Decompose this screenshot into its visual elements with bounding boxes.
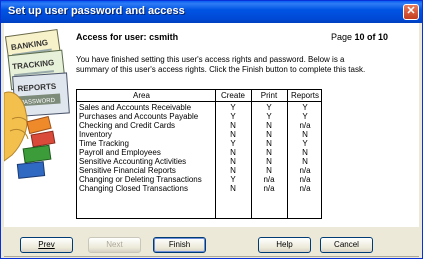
table-cell-reports: N bbox=[302, 148, 308, 157]
column-divider bbox=[251, 90, 252, 218]
table-cell-create: N bbox=[230, 148, 236, 157]
column-header-area: Area bbox=[133, 91, 150, 100]
table-cell-reports: N bbox=[302, 130, 308, 139]
table-cell-create: N bbox=[230, 121, 236, 130]
table-cell-create: Y bbox=[230, 112, 236, 121]
help-button[interactable]: Help bbox=[258, 237, 311, 253]
cancel-button[interactable]: Cancel bbox=[320, 237, 373, 253]
table-cell-print: n/a bbox=[263, 175, 275, 184]
table-row-area: Checking and Credit Cards bbox=[79, 121, 176, 130]
table-cell-reports: N bbox=[302, 157, 308, 166]
table-cell-create: N bbox=[230, 130, 236, 139]
username: csmith bbox=[149, 32, 179, 42]
access-for-user-label: Access for user: bbox=[76, 32, 147, 42]
table-cell-print: N bbox=[266, 121, 272, 130]
finish-button[interactable]: Finish bbox=[153, 237, 206, 253]
close-button[interactable]: ✕ bbox=[403, 4, 419, 20]
cancel-button-label: Cancel bbox=[334, 240, 359, 249]
next-button[interactable]: Next bbox=[88, 237, 141, 253]
table-cell-reports: Y bbox=[302, 112, 308, 121]
summary-description: You have finished setting this user's ac… bbox=[76, 55, 366, 74]
page-indicator: Page 10 of 10 bbox=[331, 32, 388, 42]
table-row-area: Payroll and Employees bbox=[79, 148, 161, 157]
prev-button[interactable]: Prev bbox=[20, 237, 73, 253]
table-cell-create: Y bbox=[230, 139, 236, 148]
setup-dialog-window: Set up user password and access ✕ BANKIN… bbox=[0, 0, 423, 259]
table-cell-print: Y bbox=[266, 103, 272, 112]
table-cell-create: N bbox=[230, 184, 236, 193]
table-row-area: Sensitive Accounting Activities bbox=[79, 157, 187, 166]
window-title: Set up user password and access bbox=[8, 5, 185, 17]
table-cell-create: Y bbox=[230, 175, 236, 184]
table-cell-create: N bbox=[230, 166, 236, 175]
prev-button-label: Prev bbox=[38, 240, 55, 249]
column-header-reports: Reports bbox=[290, 91, 319, 100]
header-divider bbox=[77, 101, 321, 102]
table-cell-reports: Y bbox=[302, 103, 308, 112]
banking-tracking-reports-illustration: BANKING TRACKING REPORTS PASSWORD bbox=[4, 23, 70, 226]
table-cell-print: N bbox=[266, 130, 272, 139]
table-cell-reports: n/a bbox=[299, 121, 311, 130]
table-row-area: Changing or Deleting Transactions bbox=[79, 175, 202, 184]
table-cell-print: Y bbox=[266, 112, 272, 121]
help-button-label: Help bbox=[276, 240, 293, 249]
table-cell-print: N bbox=[266, 139, 272, 148]
table-cell-print: N bbox=[266, 166, 272, 175]
access-for-user-heading: Access for user: csmith bbox=[76, 32, 178, 42]
finish-button-label: Finish bbox=[168, 240, 191, 249]
table-cell-create: N bbox=[230, 157, 236, 166]
column-header-create: Create bbox=[220, 91, 245, 100]
close-icon: ✕ bbox=[406, 5, 416, 17]
table-cell-reports: n/a bbox=[299, 166, 311, 175]
table-cell-reports: n/a bbox=[299, 175, 311, 184]
table-cell-create: Y bbox=[230, 103, 236, 112]
table-row-area: Sales and Accounts Receivable bbox=[79, 103, 192, 112]
table-cell-reports: n/a bbox=[299, 184, 311, 193]
wizard-content: BANKING TRACKING REPORTS PASSWORD Access… bbox=[4, 23, 419, 226]
table-cell-print: n/a bbox=[263, 184, 275, 193]
table-row-area: Sensitive Financial Reports bbox=[79, 166, 176, 175]
table-row-area: Changing Closed Transactions bbox=[79, 184, 188, 193]
title-bar[interactable]: Set up user password and access ✕ bbox=[1, 1, 422, 23]
page-prefix: Page bbox=[331, 32, 353, 42]
button-bar: Prev Next Finish Help Cancel bbox=[4, 226, 419, 257]
column-divider bbox=[215, 90, 216, 218]
table-cell-print: N bbox=[266, 157, 272, 166]
table-cell-print: N bbox=[266, 148, 272, 157]
wizard-illustration: BANKING TRACKING REPORTS PASSWORD bbox=[4, 23, 70, 226]
next-button-label: Next bbox=[106, 240, 123, 249]
table-cell-reports: Y bbox=[302, 139, 308, 148]
page-number: 10 of 10 bbox=[354, 32, 389, 42]
column-header-print: Print bbox=[260, 91, 278, 100]
access-rights-summary-table: Area Create Print Reports Sales and Acco… bbox=[76, 89, 322, 219]
table-row-area: Inventory bbox=[79, 130, 112, 139]
table-row-area: Time Tracking bbox=[79, 139, 129, 148]
table-row-area: Purchases and Accounts Payable bbox=[79, 112, 199, 121]
